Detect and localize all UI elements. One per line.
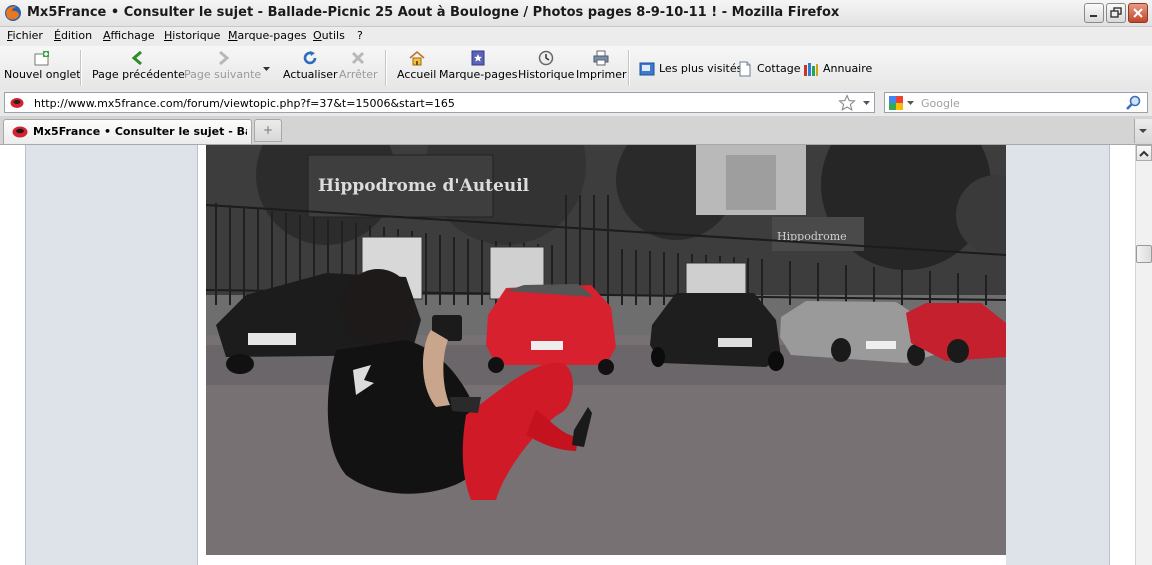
- bookmark-cottage[interactable]: Cottage: [737, 61, 801, 77]
- navigation-toolbar: Nouvel onglet Page précédente Page suiva…: [0, 46, 1152, 91]
- clock-icon: [538, 50, 554, 66]
- maximize-button[interactable]: [1106, 3, 1126, 23]
- reload-label: Actualiser: [283, 68, 338, 81]
- forward-button[interactable]: Page suivante: [184, 50, 261, 81]
- menu-bar: Fichier Édition Affichage Historique Mar…: [0, 27, 1152, 46]
- bookmark-label: Les plus visités: [659, 62, 743, 75]
- page-content: Hippodrome d'Auteuil Hippodrome: [0, 145, 1135, 565]
- menu-edition[interactable]: Édition: [54, 29, 92, 42]
- back-label: Page précédente: [92, 68, 185, 81]
- rss-folder-icon: [639, 62, 655, 76]
- printer-icon: [593, 50, 609, 66]
- tab-list-button[interactable]: [1134, 119, 1152, 143]
- history-button[interactable]: Historique: [518, 50, 574, 81]
- new-tab-icon: [34, 51, 50, 66]
- toolbar-separator: [80, 50, 82, 86]
- print-label: Imprimer: [576, 68, 627, 81]
- home-label: Accueil: [397, 68, 437, 81]
- mx5-favicon-icon: [12, 126, 28, 138]
- search-bar[interactable]: Google: [884, 92, 1148, 113]
- minimize-button[interactable]: [1084, 3, 1104, 23]
- right-column: [1006, 145, 1110, 565]
- tab-mx5france[interactable]: Mx5France • Consulter le sujet - Ball...: [3, 119, 252, 144]
- vertical-scrollbar[interactable]: [1135, 145, 1152, 565]
- firefox-icon: [5, 5, 21, 21]
- title-bar: Mx5France • Consulter le sujet - Ballade…: [0, 0, 1152, 27]
- bookmark-annuaire[interactable]: Annuaire: [803, 61, 872, 77]
- home-button[interactable]: Accueil: [397, 50, 436, 81]
- toolbar-separator: [385, 50, 387, 86]
- forward-label: Page suivante: [184, 68, 262, 81]
- google-icon[interactable]: [888, 95, 904, 111]
- new-tab-button[interactable]: Nouvel onglet: [4, 50, 81, 81]
- menu-historique[interactable]: Historique: [164, 29, 220, 42]
- new-tab-label: Nouvel onglet: [4, 68, 81, 81]
- search-icon[interactable]: [1125, 94, 1143, 112]
- stop-label: Arrêter: [339, 68, 378, 81]
- site-favicon-icon: [10, 98, 24, 108]
- chevron-down-icon: [1139, 129, 1147, 133]
- reload-icon: [304, 51, 317, 65]
- forward-arrow-icon: [218, 50, 229, 66]
- history-dropdown-button[interactable]: [263, 62, 270, 75]
- bookmark-label: Annuaire: [823, 62, 873, 75]
- back-arrow-icon: [132, 50, 143, 66]
- toolbar-separator: [628, 50, 630, 86]
- address-row: http://www.mx5france.com/forum/viewtopic…: [0, 90, 1152, 116]
- menu-marque-pages[interactable]: Marque-pages: [228, 29, 306, 42]
- stop-button[interactable]: Arrêter: [339, 50, 378, 81]
- history-label: Historique: [518, 68, 575, 81]
- bookmarks-label: Marque-pages: [439, 68, 518, 81]
- tab-label: Mx5France • Consulter le sujet - Ball...: [33, 125, 247, 138]
- url-bar[interactable]: http://www.mx5france.com/forum/viewtopic…: [4, 92, 875, 113]
- page-icon: [739, 61, 751, 77]
- search-placeholder[interactable]: Google: [921, 97, 960, 110]
- chevron-down-icon: [263, 67, 270, 71]
- bookmarks-button[interactable]: Marque-pages: [439, 50, 517, 81]
- scroll-up-button[interactable]: [1136, 145, 1152, 161]
- menu-affichage[interactable]: Affichage: [103, 29, 155, 42]
- home-icon: [409, 50, 425, 66]
- sign-text: Hippodrome d'Auteuil: [318, 176, 530, 196]
- plus-icon: +: [262, 123, 274, 137]
- url-text[interactable]: http://www.mx5france.com/forum/viewtopic…: [34, 97, 455, 110]
- forum-photo: Hippodrome d'Auteuil Hippodrome: [206, 145, 1006, 555]
- print-button[interactable]: Imprimer: [576, 50, 627, 81]
- tab-strip: Mx5France • Consulter le sujet - Ball...…: [0, 116, 1152, 145]
- menu-outils[interactable]: Outils: [313, 29, 345, 42]
- bookmark-label: Cottage: [757, 62, 801, 75]
- new-tab-plus-button[interactable]: +: [254, 119, 282, 142]
- scroll-thumb[interactable]: [1136, 245, 1152, 263]
- menu-fichier[interactable]: Fichier: [7, 29, 43, 42]
- books-icon: [804, 63, 818, 76]
- engine-dropdown-icon[interactable]: [907, 101, 914, 106]
- left-column: [25, 145, 198, 565]
- bookmarks-icon: [471, 50, 485, 66]
- reload-button[interactable]: Actualiser: [283, 50, 338, 81]
- bookmark-star-icon[interactable]: [838, 94, 856, 112]
- close-button[interactable]: [1128, 3, 1148, 23]
- chevron-up-icon: [1139, 150, 1149, 157]
- url-dropdown-icon[interactable]: [863, 101, 870, 106]
- photo-image: Hippodrome d'Auteuil Hippodrome: [206, 145, 1006, 555]
- stop-icon: [352, 51, 365, 65]
- bookmark-most-visited[interactable]: Les plus visités: [639, 61, 742, 77]
- window-title: Mx5France • Consulter le sujet - Ballade…: [27, 5, 840, 20]
- menu-help[interactable]: ?: [357, 29, 363, 42]
- back-button[interactable]: Page précédente: [92, 50, 185, 81]
